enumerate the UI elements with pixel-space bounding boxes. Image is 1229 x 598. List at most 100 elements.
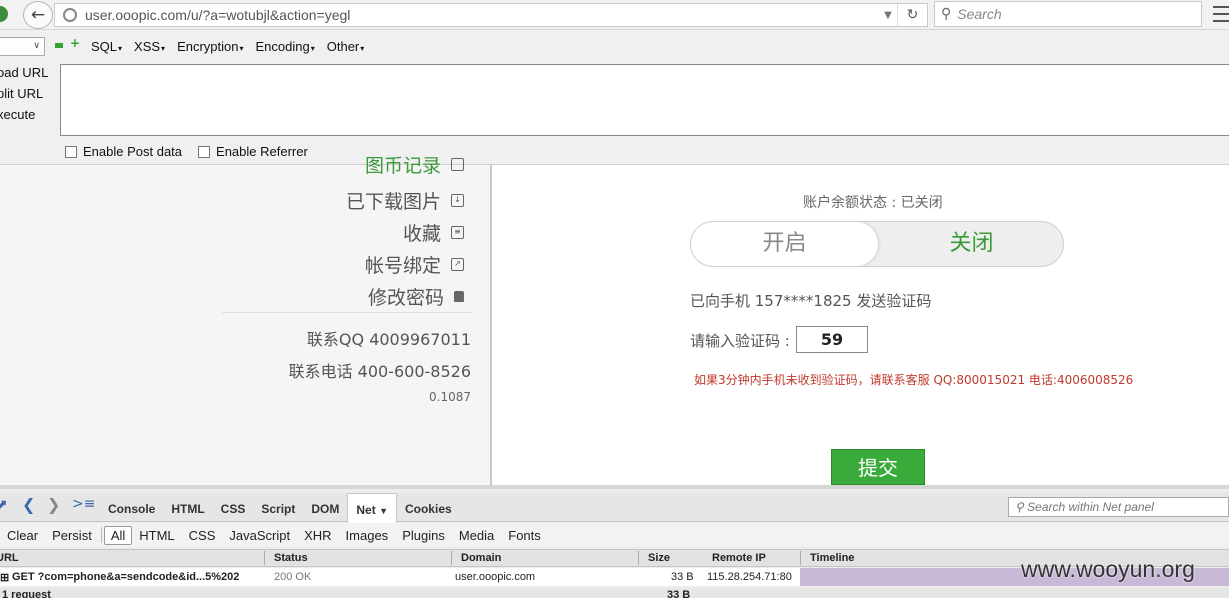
- column-remote-ip[interactable]: Remote IP: [712, 552, 766, 564]
- minus-icon[interactable]: [55, 43, 63, 48]
- filter-xhr[interactable]: XHR: [297, 528, 338, 543]
- persist-button[interactable]: Persist: [45, 528, 99, 543]
- search-input[interactable]: ⚲ Search: [934, 1, 1202, 27]
- checkbox-box[interactable]: [65, 145, 77, 158]
- hackbar-panel: ∨ + SQL XSS Encryption Encoding Other oa…: [0, 30, 1229, 165]
- balance-toggle[interactable]: 开启 关闭: [690, 221, 1064, 267]
- filter-html[interactable]: HTML: [132, 528, 181, 543]
- hackbar-textarea[interactable]: [60, 64, 1229, 136]
- sidebar-item-label: 收藏: [402, 223, 441, 245]
- sidebar-item-label: 帐号绑定: [364, 255, 441, 277]
- account-sidebar: 图币记录 已下载图片 ↓ 收藏 ≡ 帐号绑定 ↗ 修改密码 联系QQ 40099670…: [0, 155, 492, 485]
- checkbox-label: Enable Post data: [83, 144, 183, 159]
- edit-icon: ↗: [451, 258, 464, 271]
- chevron-down-icon[interactable]: ▼: [879, 10, 897, 21]
- search-icon: ⚲: [1015, 500, 1024, 514]
- menu-other[interactable]: Other: [327, 39, 365, 54]
- sidebar-item-label: 修改密码: [367, 287, 444, 309]
- summary-size: 33 B: [667, 589, 691, 598]
- lock-icon: [454, 291, 464, 302]
- back-button[interactable]: ←: [23, 1, 53, 29]
- verification-code-label: 请输入验证码 :: [690, 332, 790, 350]
- load-url-button[interactable]: oad URL: [0, 65, 48, 80]
- firebug-tabbar: ⬈ ❮ ❯ >≡ Console HTML CSS Script DOM Net…: [0, 492, 1229, 523]
- menu-xss[interactable]: XSS: [134, 39, 165, 54]
- sidebar-item-favorites[interactable]: 收藏 ≡: [403, 219, 464, 246]
- sidebar-item-downloads[interactable]: 已下载图片 ↓: [346, 187, 464, 214]
- search-placeholder: Search: [957, 6, 1002, 22]
- enable-referrer-checkbox[interactable]: Enable Referrer: [198, 144, 308, 159]
- filter-media[interactable]: Media: [452, 528, 501, 543]
- chevron-down-icon[interactable]: ▼: [379, 506, 388, 516]
- sidebar-item-label: 已下载图片: [345, 191, 441, 213]
- checkbox-label: Enable Referrer: [216, 144, 308, 159]
- hackbar-select[interactable]: ∨: [0, 37, 45, 56]
- chevron-right-icon[interactable]: ❯: [47, 495, 60, 514]
- sidebar-item-change-password[interactable]: 修改密码: [368, 283, 464, 310]
- contact-phone: 联系电话 400-600-8526: [288, 362, 471, 381]
- expand-icon[interactable]: ⊞: [0, 571, 9, 584]
- split-url-button[interactable]: plit URL: [0, 86, 48, 101]
- net-filter-bar: Clear Persist All HTML CSS JavaScript XH…: [0, 523, 1229, 547]
- menu-sql[interactable]: SQL: [91, 39, 122, 54]
- tab-net[interactable]: Net ▼: [347, 492, 397, 523]
- verification-code-input[interactable]: 59: [796, 326, 868, 353]
- execute-button[interactable]: xecute: [0, 107, 48, 122]
- tab-console[interactable]: Console: [100, 493, 163, 522]
- sidebar-item-coin-records[interactable]: 图币记录: [365, 151, 464, 178]
- net-search-input[interactable]: ⚲ Search within Net panel: [1008, 497, 1229, 517]
- filter-javascript[interactable]: JavaScript: [222, 528, 297, 543]
- menu-encryption[interactable]: Encryption: [177, 39, 243, 54]
- sidebar-item-account-binding[interactable]: 帐号绑定 ↗: [365, 251, 464, 278]
- column-domain[interactable]: Domain: [461, 552, 501, 564]
- page-content: 图币记录 已下载图片 ↓ 收藏 ≡ 帐号绑定 ↗ 修改密码 联系QQ 40099670…: [0, 155, 1229, 485]
- balance-status-label: 账户余额状态 : 已关闭: [803, 195, 943, 211]
- firebug-tabs: Console HTML CSS Script DOM Net ▼ Cookie…: [100, 492, 460, 523]
- filter-plugins[interactable]: Plugins: [395, 528, 452, 543]
- request-status: 200 OK: [274, 571, 312, 583]
- filter-separator: [100, 527, 102, 543]
- column-timeline[interactable]: Timeline: [810, 552, 854, 564]
- filter-all[interactable]: All: [103, 525, 133, 545]
- command-line-icon[interactable]: >≡: [72, 496, 95, 512]
- sms-sent-info: 已向手机 157****1825 发送验证码: [690, 292, 932, 310]
- chevron-left-icon[interactable]: ❮: [22, 495, 35, 514]
- submit-button[interactable]: 提交: [831, 449, 925, 485]
- checkbox-box[interactable]: [198, 145, 211, 158]
- request-url[interactable]: GET ?com=phone&a=sendcode&id...5%202: [12, 571, 239, 583]
- sidebar-divider: [222, 312, 472, 313]
- version-text: 0.1087: [429, 390, 471, 404]
- plus-icon[interactable]: +: [70, 37, 80, 49]
- hackbar-options: Enable Post data Enable Referrer: [65, 144, 308, 159]
- watermark: www.wooyun.org: [1021, 556, 1195, 582]
- reload-icon[interactable]: ↻: [897, 4, 927, 26]
- column-url[interactable]: URL: [0, 552, 19, 564]
- menu-encoding[interactable]: Encoding: [256, 39, 315, 54]
- extension-icon[interactable]: [0, 6, 8, 22]
- column-separator: [638, 551, 639, 565]
- filter-images[interactable]: Images: [339, 528, 396, 543]
- request-remote-ip: 115.28.254.71:80: [707, 571, 792, 583]
- tab-script[interactable]: Script: [253, 493, 303, 522]
- net-search-placeholder: Search within Net panel: [1027, 500, 1154, 514]
- column-size[interactable]: Size: [648, 552, 670, 564]
- hamburger-menu-icon[interactable]: [1213, 6, 1229, 22]
- inspect-icon[interactable]: ⬈: [0, 497, 8, 513]
- url-field[interactable]: user.ooopic.com/u/?a=wotubjl&action=yegl…: [54, 3, 928, 27]
- tab-dom[interactable]: DOM: [303, 493, 347, 522]
- toggle-off-option[interactable]: 关闭: [878, 222, 1063, 266]
- enable-post-checkbox[interactable]: Enable Post data: [65, 144, 182, 159]
- toggle-on-option[interactable]: 开启: [691, 222, 878, 266]
- tab-html[interactable]: HTML: [163, 493, 212, 522]
- support-warning: 如果3分钟内手机未收到验证码，请联系客服 QQ:800015021 电话:400…: [694, 373, 1134, 387]
- clear-button[interactable]: Clear: [0, 528, 45, 543]
- url-text[interactable]: user.ooopic.com/u/?a=wotubjl&action=yegl: [85, 7, 879, 23]
- filter-css[interactable]: CSS: [182, 528, 223, 543]
- column-separator: [264, 551, 265, 565]
- tab-cookies[interactable]: Cookies: [397, 493, 460, 522]
- summary-count: 1 request: [2, 589, 51, 598]
- filter-fonts[interactable]: Fonts: [501, 528, 548, 543]
- tab-css[interactable]: CSS: [213, 493, 254, 522]
- column-status[interactable]: Status: [274, 552, 308, 564]
- list-icon: [451, 158, 464, 171]
